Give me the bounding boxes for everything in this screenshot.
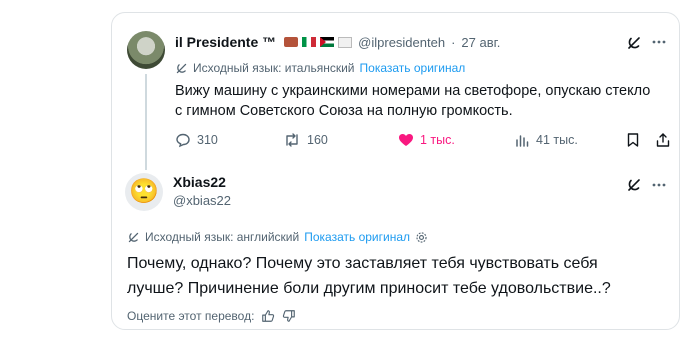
views-button[interactable]: 41 тыс. xyxy=(514,132,578,148)
reply-button[interactable]: 310 xyxy=(175,132,218,148)
heart-filled-icon xyxy=(398,132,414,148)
tweet-header: il Presidente ™ @ilpresidenteh · 27 авг. xyxy=(175,34,500,50)
repost-button[interactable]: 160 xyxy=(283,132,328,148)
palestine-flag-icon xyxy=(320,37,335,47)
tweet-text-line: лучше? Причинение боли другим приносит т… xyxy=(127,280,611,297)
show-original-link[interactable]: Показать оригинал xyxy=(304,230,410,244)
dot-separator: · xyxy=(451,34,456,50)
translation-source-language: Исходный язык: итальянский xyxy=(193,61,355,75)
repost-icon xyxy=(283,132,301,148)
like-button[interactable]: 1 тыс. xyxy=(398,132,455,148)
reply-count: 310 xyxy=(197,133,218,147)
display-name[interactable]: il Presidente ™ xyxy=(175,34,276,50)
rolling-eyes-emoji-icon: 🙄 xyxy=(129,178,159,205)
translation-source-language: Исходный язык: английский xyxy=(145,230,300,244)
rate-translation: Оцените этот перевод: xyxy=(127,309,296,323)
repost-count: 160 xyxy=(307,133,328,147)
grok-icon[interactable] xyxy=(626,177,642,193)
tweet-text-line: Вижу машину с украинскими номерами на св… xyxy=(175,83,651,99)
grok-icon[interactable] xyxy=(626,35,642,51)
flag-emoji-icons xyxy=(282,36,353,48)
views-chart-icon xyxy=(514,132,530,148)
more-icon[interactable] xyxy=(652,178,666,192)
thumbs-up-icon[interactable] xyxy=(261,309,275,323)
tweet-date[interactable]: 27 авг. xyxy=(461,35,500,50)
rate-translation-label: Оцените этот перевод: xyxy=(127,309,255,323)
avatar[interactable]: 🙄 xyxy=(125,173,163,211)
handle[interactable]: @ilpresidenteh xyxy=(358,35,445,50)
white-flag-icon xyxy=(338,36,353,48)
translate-icon xyxy=(127,231,140,244)
display-name[interactable]: Xbias22 xyxy=(173,174,226,190)
translation-notice: Исходный язык: английский Показать ориги… xyxy=(127,230,428,244)
views-count: 41 тыс. xyxy=(536,133,578,147)
share-icon[interactable] xyxy=(655,132,671,148)
avatar[interactable] xyxy=(127,31,165,69)
translation-notice: Исходный язык: итальянский Показать ориг… xyxy=(175,61,465,75)
bookmark-icon[interactable] xyxy=(625,132,641,148)
tweet-text: Почему, однако? Почему это заставляет те… xyxy=(127,251,611,301)
thread-connector-line xyxy=(145,74,147,170)
italy-flag-icon xyxy=(302,37,317,47)
tweet-text-line: Почему, однако? Почему это заставляет те… xyxy=(127,255,598,272)
like-count: 1 тыс. xyxy=(420,133,455,147)
tweet-text: Вижу машину с украинскими номерами на св… xyxy=(175,81,650,121)
tweet-text-line: с гимном Советского Союза на полную гром… xyxy=(175,103,513,119)
handle[interactable]: @xbias22 xyxy=(173,193,231,208)
show-original-link[interactable]: Показать оригинал xyxy=(360,61,466,75)
more-icon[interactable] xyxy=(652,35,666,49)
translate-icon xyxy=(175,62,188,75)
reply-icon xyxy=(175,132,191,148)
thumbs-down-icon[interactable] xyxy=(282,309,296,323)
brick-emoji-icon xyxy=(284,37,299,47)
settings-gear-icon[interactable] xyxy=(415,231,428,244)
